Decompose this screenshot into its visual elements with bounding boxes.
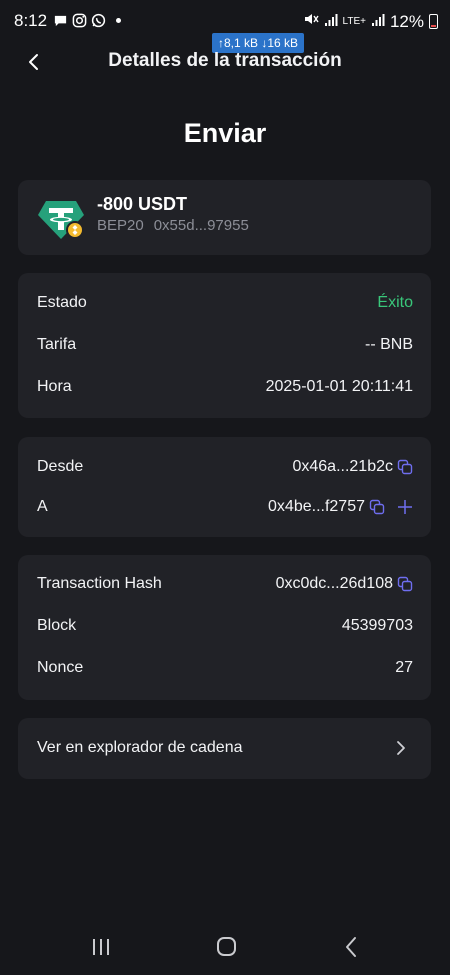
token-network-line: BEP20 0x55d...97955: [97, 217, 249, 234]
chat-icon: [53, 13, 68, 28]
time-label: Hora: [37, 378, 72, 395]
system-navigation-bar: [0, 925, 450, 975]
copy-hash-icon[interactable]: [397, 576, 413, 592]
to-row: A 0x4be...f2757: [37, 496, 413, 520]
nonce-value: 27: [395, 659, 413, 676]
battery-percent: 12%: [389, 11, 424, 31]
block-label: Block: [37, 617, 77, 634]
hash-label: Transaction Hash: [37, 575, 162, 592]
token-network: BEP20: [97, 217, 144, 234]
fee-label: Tarifa: [37, 336, 77, 353]
token-amount: -800 USDT: [97, 194, 188, 214]
status-bar: 8:12 LTE+ 12% ↑8,1 kB ↓16 kB: [0, 0, 450, 53]
usdt-token-icon: [38, 201, 84, 239]
status-time: 8:12: [14, 11, 48, 30]
status-value: Éxito: [377, 294, 413, 311]
whatsapp-icon: [91, 13, 106, 28]
home-icon[interactable]: [211, 935, 241, 959]
token-contract-address: 0x55d...97955: [153, 217, 249, 234]
from-row: Desde 0x46a...21b2c: [37, 456, 413, 480]
more-notifications-icon: [116, 18, 121, 23]
recent-apps-icon[interactable]: [86, 935, 116, 959]
bnb-chain-badge-icon: [66, 221, 84, 239]
to-label: A: [37, 498, 48, 515]
chevron-right-icon: [397, 741, 405, 755]
status-right: LTE+ 12%: [303, 11, 438, 32]
notification-icons: [53, 13, 121, 28]
fee-value: -- BNB: [365, 336, 413, 353]
mute-icon: [303, 11, 319, 32]
from-label: Desde: [37, 458, 84, 475]
address-card: [18, 437, 431, 537]
system-back-icon[interactable]: [337, 935, 367, 959]
battery-icon: [429, 14, 438, 29]
wifi-signal-icon: [324, 12, 338, 32]
fee-row: Tarifa -- BNB: [37, 334, 413, 358]
network-type-label: LTE+: [342, 15, 366, 27]
block-row: Block 45399703: [37, 615, 413, 639]
transaction-type-heading: Enviar: [183, 118, 267, 148]
hash-row: Transaction Hash 0xc0dc...26d108: [37, 573, 413, 597]
status-label: Estado: [37, 294, 87, 311]
copy-to-address-icon[interactable]: [369, 499, 385, 515]
status-row: Estado Éxito: [37, 292, 413, 316]
instagram-icon: [72, 13, 87, 28]
copy-from-address-icon[interactable]: [397, 459, 413, 475]
nonce-label: Nonce: [37, 659, 84, 676]
hash-value[interactable]: 0xc0dc...26d108: [276, 575, 393, 593]
page-title: Detalles de la transacción: [108, 50, 342, 71]
explorer-label: Ver en explorador de cadena: [37, 739, 243, 756]
cell-signal-icon: [371, 12, 385, 32]
add-contact-icon[interactable]: [397, 499, 413, 515]
time-value: 2025-01-01 20:11:41: [265, 378, 413, 395]
from-address[interactable]: 0x46a...21b2c: [292, 458, 393, 476]
time-row: Hora 2025-01-01 20:11:41: [37, 376, 413, 400]
block-value: 45399703: [341, 617, 413, 634]
nonce-row: Nonce 27: [37, 657, 413, 681]
to-address[interactable]: 0x4be...f2757: [268, 498, 365, 516]
